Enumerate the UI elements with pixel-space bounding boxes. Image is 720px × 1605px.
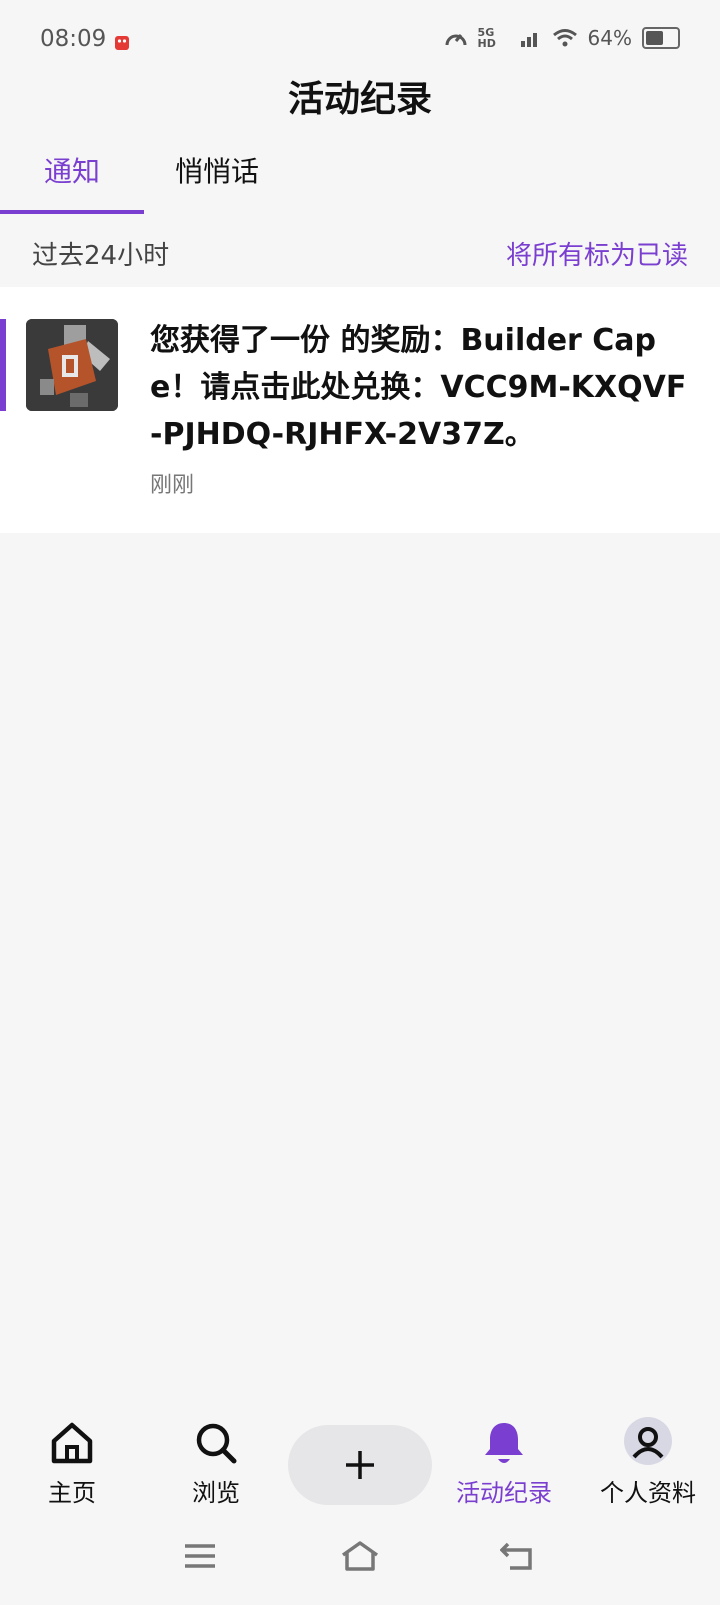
- unread-indicator: [0, 319, 6, 411]
- nav-profile[interactable]: 个人资料: [576, 1415, 720, 1508]
- home-icon: [51, 1422, 93, 1464]
- plus-icon: [346, 1451, 374, 1479]
- notification-time: 刚刚: [150, 473, 195, 498]
- nav-home[interactable]: 主页: [0, 1415, 144, 1508]
- notification-text: 您获得了一份 的奖励：Builder Cape！请点击此处兑换：VCC9M-KX…: [150, 323, 687, 452]
- nav-browse[interactable]: 浏览: [144, 1415, 288, 1508]
- tab-whispers[interactable]: 悄悄话: [175, 150, 259, 190]
- battery-percent: 64%: [587, 26, 632, 50]
- speed-icon: [445, 34, 467, 46]
- section-label: 过去24小时: [32, 241, 170, 271]
- home-nav-icon[interactable]: [340, 1540, 380, 1572]
- network-label: 5G HD: [477, 26, 496, 50]
- nav-activity-label: 活动纪录: [456, 1479, 552, 1507]
- bell-icon: [485, 1423, 523, 1463]
- bottom-nav: 主页 浏览 活动纪录 个人资料: [0, 1415, 720, 1515]
- back-icon[interactable]: [500, 1540, 536, 1572]
- nav-activity[interactable]: 活动纪录: [432, 1415, 576, 1508]
- profile-icon: [624, 1417, 672, 1465]
- menu-icon[interactable]: [182, 1540, 218, 1572]
- create-button[interactable]: [288, 1425, 432, 1505]
- nav-profile-label: 个人资料: [600, 1479, 696, 1507]
- active-tab-indicator: [0, 210, 144, 214]
- system-nav-bar: [0, 1530, 720, 1590]
- wifi-icon: [552, 29, 577, 47]
- battery-icon: [642, 27, 680, 49]
- page-title: 活动纪录: [287, 79, 432, 120]
- status-time: 08:09: [40, 26, 107, 52]
- mark-all-read-button[interactable]: 将所有标为已读: [506, 235, 688, 272]
- tab-bar: 通知 悄悄话: [0, 140, 720, 214]
- nav-home-label: 主页: [48, 1479, 96, 1507]
- app-notification-icon: [115, 36, 129, 50]
- tab-notifications[interactable]: 通知: [44, 150, 100, 190]
- notification-item[interactable]: 您获得了一份 的奖励：Builder Cape！请点击此处兑换：VCC9M-KX…: [0, 287, 720, 533]
- reward-thumbnail: [26, 319, 118, 411]
- search-icon: [196, 1423, 237, 1464]
- nav-browse-label: 浏览: [192, 1479, 240, 1507]
- signal-icon: [520, 33, 537, 47]
- status-indicators: 5G HD 64%: [444, 26, 680, 50]
